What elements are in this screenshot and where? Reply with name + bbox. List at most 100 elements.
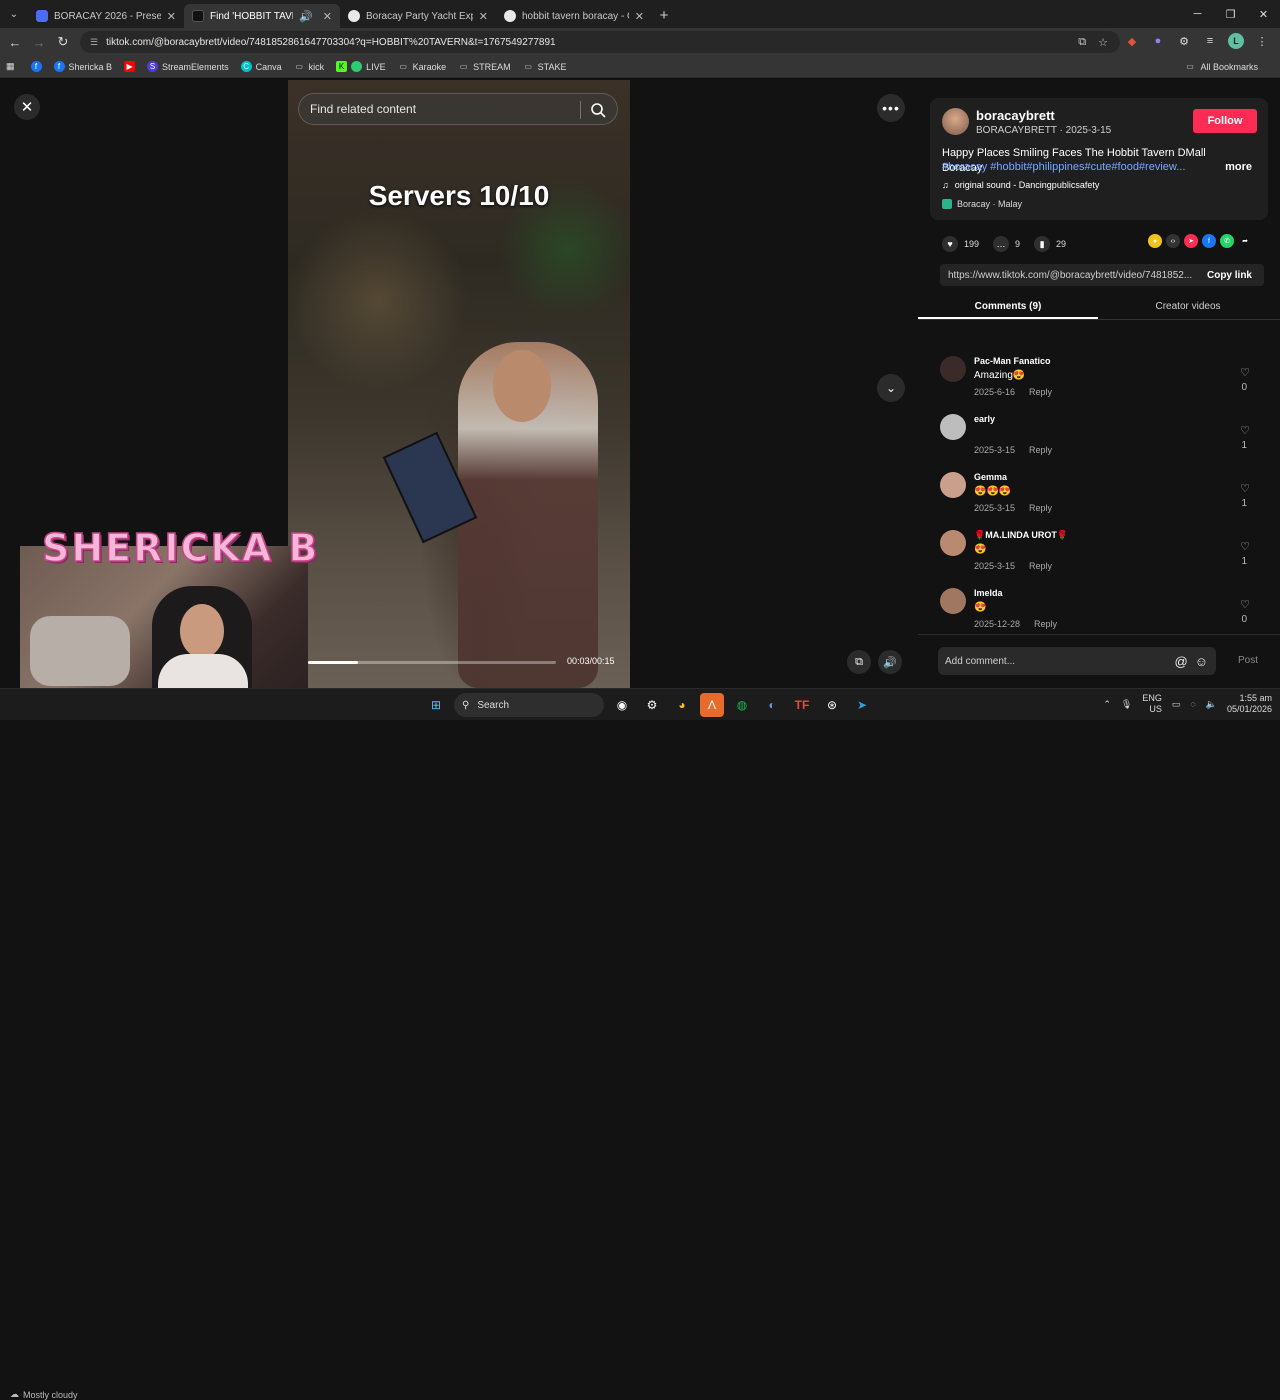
bookmark-live[interactable]: K LIVE xyxy=(336,61,386,72)
controller-icon[interactable]: ⊛ xyxy=(820,693,844,717)
tab-search-icon[interactable]: ⌄ xyxy=(0,0,28,28)
commenter-avatar[interactable] xyxy=(940,530,966,556)
tab-2[interactable]: Boracay Party Yacht Experience ✕ xyxy=(340,4,496,28)
browser-menu-icon[interactable]: ⋮ xyxy=(1254,33,1270,49)
tab-1[interactable]: Find 'HOBBIT TAVERN' on T 🔊 ✕ xyxy=(184,4,340,28)
restore-icon[interactable]: ❐ xyxy=(1214,0,1247,28)
next-video-button[interactable]: ⌄ xyxy=(877,374,905,402)
embed-icon[interactable]: ‹› xyxy=(1166,234,1180,248)
bookmark-kick[interactable]: ▭ kick xyxy=(294,61,324,72)
chrome-icon[interactable]: ◕ xyxy=(670,693,694,717)
forward-icon[interactable]: → xyxy=(27,35,51,50)
comment-like-icon[interactable]: ♡ xyxy=(1240,424,1250,437)
spotify-icon[interactable]: ◍ xyxy=(730,693,754,717)
telegram-icon[interactable]: ➤ xyxy=(850,693,874,717)
site-info-icon[interactable]: ☰ xyxy=(90,37,98,48)
sound-link[interactable]: ♫ original sound - Dancingpublicsafety xyxy=(942,180,1099,190)
commenter-avatar[interactable] xyxy=(940,356,966,382)
bookmark-facebook[interactable]: f xyxy=(30,61,42,72)
reply-button[interactable]: Reply xyxy=(1029,387,1052,397)
microphone-icon[interactable]: 🎙 xyxy=(1121,699,1132,710)
tray-chevron-icon[interactable]: ⌃ xyxy=(1103,699,1111,710)
speaker-icon[interactable]: 🔊 xyxy=(299,10,313,23)
volume-icon[interactable]: 🔈 xyxy=(1206,699,1217,710)
commenter-name[interactable]: Imelda xyxy=(974,588,1003,598)
close-tab-icon[interactable]: ✕ xyxy=(479,10,488,23)
bookmark-karaoke[interactable]: ▭ Karaoke xyxy=(398,61,446,72)
whatsapp-share-icon[interactable]: ✆ xyxy=(1220,234,1234,248)
video-progress-bar[interactable] xyxy=(308,661,556,664)
comment-like-icon[interactable]: ♡ xyxy=(1240,482,1250,495)
tab-3[interactable]: hobbit tavern boracay - Google ✕ xyxy=(496,4,652,28)
clock[interactable]: 1:55 am 05/01/2026 xyxy=(1227,693,1272,715)
app-orange-icon[interactable]: Λ xyxy=(700,693,724,717)
volume-button[interactable]: 🔊 xyxy=(878,650,902,674)
bookmark-canva[interactable]: C Canva xyxy=(240,61,282,72)
extensions-puzzle-icon[interactable]: ⚙ xyxy=(1176,33,1192,49)
bookmark-stake[interactable]: ▭ STAKE xyxy=(523,61,566,72)
location-link[interactable]: Boracay · Malay xyxy=(942,199,1022,209)
follow-button[interactable]: Follow xyxy=(1193,109,1257,133)
bookmark-youtube[interactable]: ▶ xyxy=(124,61,136,72)
close-video-button[interactable]: ✕ xyxy=(14,94,40,120)
emoji-icon[interactable]: ☺ xyxy=(1195,654,1208,669)
reload-icon[interactable]: ↻ xyxy=(51,34,75,50)
apps-grid-icon[interactable]: ▦ xyxy=(6,61,15,72)
settings-app-icon[interactable]: ⚙ xyxy=(640,693,664,717)
facebook-share-icon[interactable]: f xyxy=(1202,234,1216,248)
extension-purple-icon[interactable]: ● xyxy=(1150,33,1166,49)
profile-avatar[interactable]: L xyxy=(1228,33,1244,49)
commenter-avatar[interactable] xyxy=(940,414,966,440)
close-tab-icon[interactable]: ✕ xyxy=(167,10,176,23)
comment-like-icon[interactable]: ♡ xyxy=(1240,540,1250,553)
mention-icon[interactable]: @ xyxy=(1175,654,1188,669)
language-indicator[interactable]: ENG US xyxy=(1142,693,1162,715)
discord-icon[interactable]: ◐ xyxy=(760,693,784,717)
reply-button[interactable]: Reply xyxy=(1029,503,1052,513)
commenter-name[interactable]: early xyxy=(974,414,995,424)
creator-avatar[interactable] xyxy=(942,108,969,135)
like-button[interactable]: ♥ 199 xyxy=(942,236,979,252)
bookmark-streamelements[interactable]: S StreamElements xyxy=(147,61,229,72)
minimize-icon[interactable]: ─ xyxy=(1181,0,1214,28)
more-options-button[interactable]: ••• xyxy=(877,94,905,122)
weather-widget[interactable]: ☁ Mostly cloudy xyxy=(10,1389,78,1400)
coin-icon[interactable]: ● xyxy=(1148,234,1162,248)
creator-username[interactable]: boracaybrett xyxy=(976,108,1055,123)
extension-fox-icon[interactable]: ◆ xyxy=(1124,33,1140,49)
media-control-icon[interactable]: ≡ xyxy=(1202,33,1218,49)
tab-comments[interactable]: Comments (9) xyxy=(918,296,1098,319)
tab-0[interactable]: BORACAY 2026 - Presentation ✕ xyxy=(28,4,184,28)
commenter-avatar[interactable] xyxy=(940,588,966,614)
windows-start-icon[interactable]: ⊞ xyxy=(424,693,448,717)
commenter-avatar[interactable] xyxy=(940,472,966,498)
commenter-name[interactable]: Gemma xyxy=(974,472,1007,482)
commenter-name[interactable]: 🌹MA.LINDA UROT🌹 xyxy=(974,530,1068,541)
video-player[interactable]: Servers 10/10 xyxy=(288,80,630,688)
comment-button[interactable]: … 9 xyxy=(993,236,1020,252)
send-icon[interactable]: ➤ xyxy=(1184,234,1198,248)
bookmark-shericka[interactable]: f Shericka B xyxy=(53,61,112,72)
related-search-input[interactable]: Find related content xyxy=(298,93,618,125)
copy-link-button[interactable]: Copy link xyxy=(1207,270,1252,281)
commenter-name[interactable]: Pac-Man Fanatico xyxy=(974,356,1051,366)
bookmark-star-icon[interactable]: ☆ xyxy=(1098,36,1108,49)
pip-button[interactable]: ⧉ xyxy=(847,650,871,674)
close-tab-icon[interactable]: ✕ xyxy=(323,10,332,23)
install-app-icon[interactable]: ⧉ xyxy=(1078,36,1086,49)
comment-list[interactable]: Pac-Man Fanatico Amazing😍 2025-6-16 Reply ♡ 0… xyxy=(930,348,1268,642)
taskbar-search[interactable]: ⚲ Search xyxy=(454,693,604,717)
reply-button[interactable]: Reply xyxy=(1034,619,1057,629)
add-comment-input[interactable]: Add comment... @ ☺ xyxy=(938,647,1216,675)
monitor-icon[interactable]: ▭ xyxy=(1172,699,1181,710)
reply-button[interactable]: Reply xyxy=(1029,561,1052,571)
search-icon[interactable] xyxy=(589,101,607,119)
save-button[interactable]: ▮ 29 xyxy=(1034,236,1066,252)
wifi-icon[interactable]: ◌ xyxy=(1190,699,1195,709)
share-arrow-icon[interactable]: ➦ xyxy=(1238,234,1252,248)
back-icon[interactable]: ← xyxy=(3,35,27,50)
tf-app-icon[interactable]: TF xyxy=(790,693,814,717)
comment-like-icon[interactable]: ♡ xyxy=(1240,366,1250,379)
post-hashtags[interactable]: #boracay #hobbit#philippines#cute#food#r… xyxy=(942,161,1185,173)
reply-button[interactable]: Reply xyxy=(1029,445,1052,455)
